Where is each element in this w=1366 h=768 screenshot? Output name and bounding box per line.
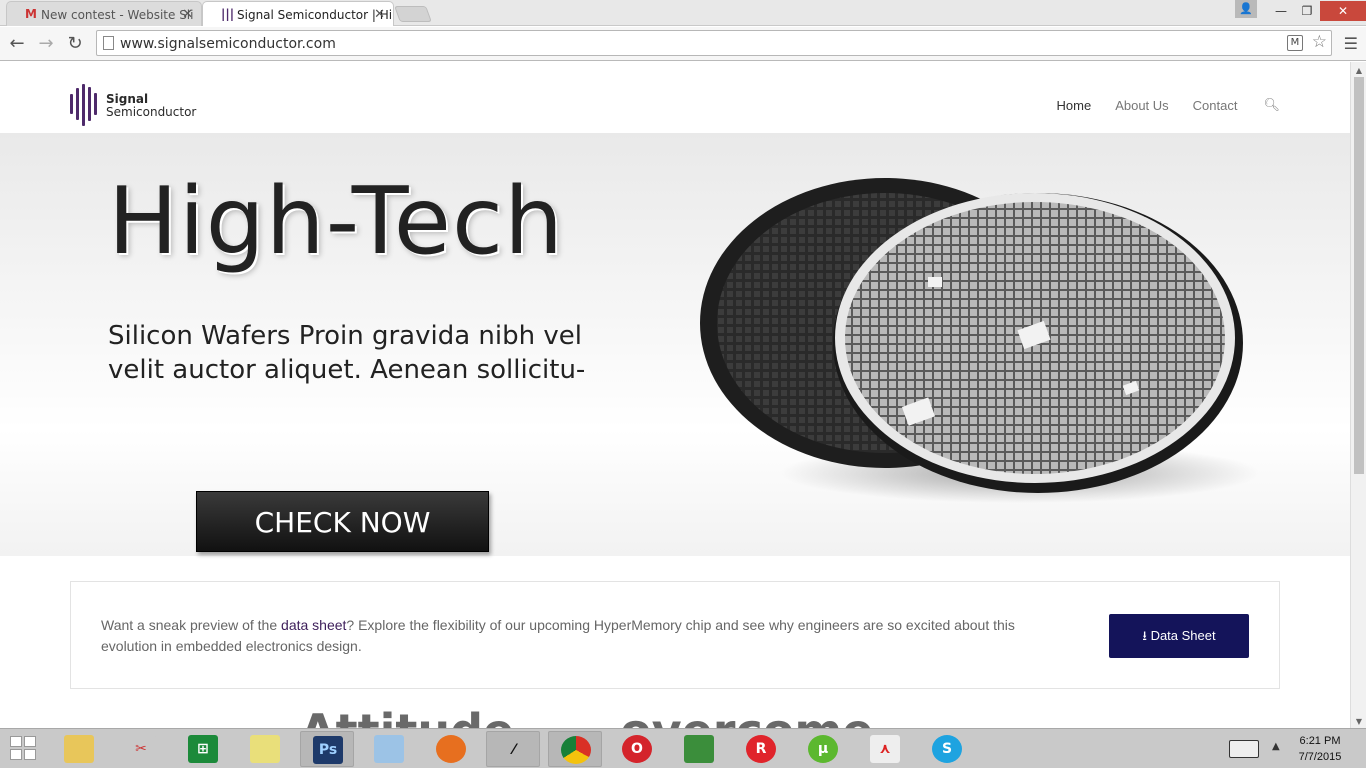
hero-subtitle: Silicon Wafers Proin gravida nibh vel ve… [108, 321, 586, 385]
windows-taskbar: ✂ ⊞ Ps ⁄ O R µ ⋏ S ▲ 6:21 PM 7/7/2015 [0, 728, 1366, 768]
acrobat-icon: ⋏ [870, 735, 900, 763]
store-icon: ⊞ [188, 735, 218, 763]
logo-text-semiconductor: Semiconductor [106, 105, 197, 119]
search-icon[interactable]: 🔍︎ [1263, 98, 1280, 113]
scroll-down-icon[interactable]: ▼ [1351, 717, 1366, 726]
scroll-thumb[interactable] [1354, 77, 1364, 474]
site-header: Signal Semiconductor Home About Us Conta… [0, 62, 1350, 133]
close-icon[interactable]: ✕ [374, 7, 385, 22]
restore-icon[interactable]: ❐ [1294, 4, 1320, 18]
skype-icon: S [932, 735, 962, 763]
taskbar-notepad[interactable] [362, 731, 416, 767]
file-explorer-icon [64, 735, 94, 763]
chrome-menu-icon[interactable]: ☰ [1344, 34, 1358, 53]
taskbar-utorrent[interactable]: µ [796, 731, 850, 767]
taskbar-firefox[interactable] [424, 731, 478, 767]
windows-start-icon[interactable] [10, 736, 38, 762]
tray-expand-icon[interactable]: ▲ [1272, 741, 1280, 752]
data-sheet-button[interactable]: ⭳ Data Sheet [1109, 614, 1249, 658]
browser-tab-gmail[interactable]: M New contest - Website Sli ✕ [6, 1, 202, 26]
photoshop-icon: Ps [313, 736, 343, 764]
page-icon [103, 36, 114, 50]
taskbar-opera[interactable]: O [610, 731, 664, 767]
address-bar[interactable]: www.signalsemiconductor.com M ☆ [96, 30, 1332, 56]
taskbar-snipping-tool[interactable]: ✂ [114, 731, 168, 767]
sheets-icon [684, 735, 714, 763]
clock-date: 7/7/2015 [1298, 751, 1342, 763]
close-icon[interactable]: ✕ [182, 7, 193, 22]
nav-contact[interactable]: Contact [1193, 98, 1238, 113]
browser-toolbar: ← → ↻ www.signalsemiconductor.com M ☆ ☰ [0, 27, 1366, 61]
url-text[interactable]: www.signalsemiconductor.com [120, 36, 336, 52]
ghost-heading-left: Attitude [300, 704, 514, 728]
window-controls: — ❐ ✕ [1268, 0, 1366, 22]
logo-text-signal: Signal [106, 92, 149, 106]
user-profile-icon[interactable]: 👤 [1235, 0, 1257, 18]
silicon-wafers-image [700, 178, 1260, 503]
promo-text: Want a sneak preview of the data sheet? … [101, 615, 1061, 657]
window-close-icon[interactable]: ✕ [1320, 1, 1366, 21]
nav-home[interactable]: Home [1057, 98, 1092, 113]
hero-title: High-Tech [108, 167, 565, 275]
hero-slider: High-Tech Silicon Wafers Proin gravida n… [0, 133, 1350, 556]
taskbar-skype[interactable]: S [920, 731, 974, 767]
keyboard-icon[interactable] [1229, 740, 1259, 758]
chrome-icon [561, 736, 591, 764]
page-viewport: Signal Semiconductor Home About Us Conta… [0, 62, 1350, 728]
taskbar-color-picker[interactable]: ⁄ [486, 731, 540, 767]
logo-bars-icon [70, 84, 102, 126]
promo-text-before: Want a sneak preview of the [101, 617, 282, 633]
sticky-notes-icon [250, 735, 280, 763]
color-picker-icon: ⁄ [512, 742, 516, 758]
taskbar-r-app[interactable]: R [734, 731, 788, 767]
snipping-tool-icon: ✂ [126, 735, 156, 763]
taskbar-acrobat[interactable]: ⋏ [858, 731, 912, 767]
signal-logo-icon: ||| [221, 7, 235, 21]
taskbar-file-explorer[interactable] [52, 731, 106, 767]
scroll-up-icon[interactable]: ▲ [1351, 66, 1366, 75]
notepad-icon [374, 735, 404, 763]
clock-time: 6:21 PM [1299, 735, 1341, 747]
opera-icon: O [622, 735, 652, 763]
tab-title: New contest - Website Sli [41, 8, 194, 22]
taskbar-sheets[interactable] [672, 731, 726, 767]
taskbar-clock[interactable]: 6:21 PM 7/7/2015 [1290, 733, 1350, 765]
minimize-icon[interactable]: — [1268, 4, 1294, 18]
utorrent-icon: µ [808, 735, 838, 763]
taskbar-store[interactable]: ⊞ [176, 731, 230, 767]
taskbar-sticky-notes[interactable] [238, 731, 292, 767]
browser-tab-strip: M New contest - Website Sli ✕ ||| Signal… [0, 0, 1366, 26]
forward-arrow-icon[interactable]: → [35, 33, 57, 54]
r-app-icon: R [746, 735, 776, 763]
extension-icon[interactable]: M [1287, 35, 1303, 51]
bookmark-star-icon[interactable]: ☆ [1312, 32, 1327, 52]
firefox-icon [436, 735, 466, 763]
ghost-heading-right: overcome [620, 704, 873, 728]
tab-title: Signal Semiconductor | Hi [237, 8, 393, 22]
main-nav: Home About Us Contact 🔍︎ [1033, 98, 1281, 113]
gmail-icon: M [25, 7, 37, 21]
nav-about-us[interactable]: About Us [1115, 98, 1168, 113]
back-arrow-icon[interactable]: ← [6, 33, 28, 54]
page-scrollbar[interactable]: ▲ ▼ [1350, 62, 1366, 728]
data-sheet-promo: Want a sneak preview of the data sheet? … [70, 581, 1280, 689]
browser-tab-signal[interactable]: ||| Signal Semiconductor | Hi ✕ [202, 1, 394, 26]
taskbar-photoshop[interactable]: Ps [300, 731, 354, 767]
new-tab-button[interactable] [394, 6, 432, 22]
check-now-button[interactable]: CHECK NOW [196, 491, 489, 552]
data-sheet-link[interactable]: data sheet [281, 617, 346, 633]
reload-icon[interactable]: ↻ [64, 33, 86, 54]
download-icon: ⭳ [1142, 628, 1147, 643]
taskbar-chrome[interactable] [548, 731, 602, 767]
data-sheet-button-label: Data Sheet [1150, 628, 1216, 643]
